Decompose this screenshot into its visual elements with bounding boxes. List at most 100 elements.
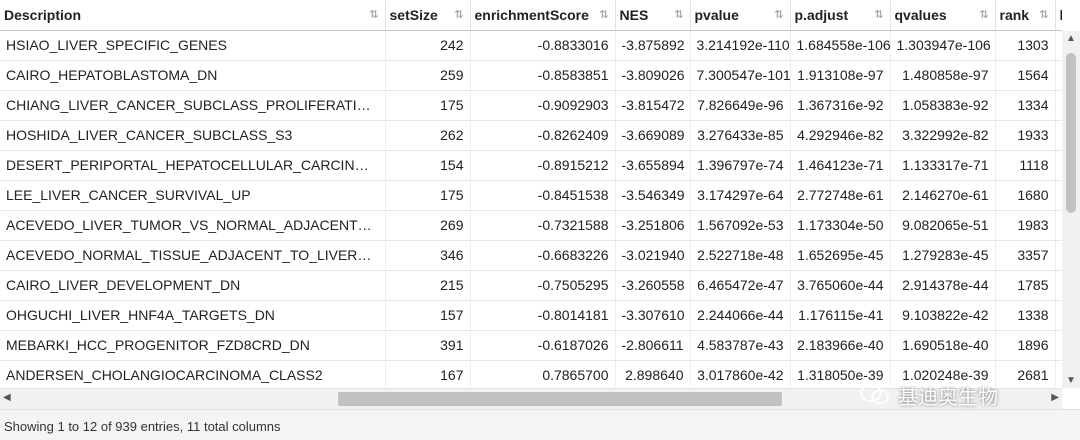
table-cell: -0.9092903 bbox=[470, 90, 616, 121]
table-cell: 269 bbox=[385, 210, 471, 241]
table-cell: 2.183966e-40 bbox=[790, 330, 891, 361]
table-cell: 1303 bbox=[995, 30, 1056, 61]
table-cell: HSIAO_LIVER_SPECIFIC_GENES bbox=[0, 30, 386, 61]
table-row[interactable]: ACEVEDO_LIVER_TUMOR_VS_NORMAL_ADJACENT_T… bbox=[0, 210, 1062, 241]
sort-arrows-icon: ⇅ bbox=[874, 9, 884, 21]
table-cell-empty bbox=[1055, 150, 1062, 181]
table-cell: -0.7321588 bbox=[470, 210, 616, 241]
table-cell: 9.082065e-51 bbox=[890, 210, 996, 241]
table-cell: 242 bbox=[385, 30, 471, 61]
table-cell: -3.809026 bbox=[615, 60, 691, 91]
table-cell: 1933 bbox=[995, 120, 1056, 151]
table-row[interactable]: OHGUCHI_LIVER_HNF4A_TARGETS_DN 157 -0.8014… bbox=[0, 300, 1062, 331]
table-cell: -0.8014181 bbox=[470, 300, 616, 331]
table-cell: 2.898640 bbox=[615, 360, 691, 387]
vertical-scrollbar[interactable]: ▲ ▼ bbox=[1062, 31, 1080, 388]
table-cell: 7.300547e-101 bbox=[690, 60, 791, 91]
table-cell: -3.875892 bbox=[615, 30, 691, 61]
entries-info: Showing 1 to 12 of 939 entries, 11 total… bbox=[4, 419, 281, 434]
table-cell: 175 bbox=[385, 180, 471, 211]
table-cell: 3.174297e-64 bbox=[690, 180, 791, 211]
scroll-down-icon[interactable]: ▼ bbox=[1066, 375, 1076, 386]
table-cell: 1.480858e-97 bbox=[890, 60, 996, 91]
column-header-nes[interactable]: NES ⇅ bbox=[615, 0, 691, 31]
table-cell: 2.522718e-48 bbox=[690, 240, 791, 271]
table-cell: 1.303947e-106 bbox=[890, 30, 996, 61]
scroll-right-icon[interactable]: ▶ bbox=[1051, 392, 1059, 403]
table-cell: 1.913108e-97 bbox=[790, 60, 891, 91]
table-cell: -0.8262409 bbox=[470, 120, 616, 151]
table-row[interactable]: DESERT_PERIPORTAL_HEPATOCELLULAR_CARCINO… bbox=[0, 150, 1062, 181]
table-cell: -0.6187026 bbox=[470, 330, 616, 361]
table-cell: HOSHIDA_LIVER_CANCER_SUBCLASS_S3 bbox=[0, 120, 386, 151]
column-header-enrichmentscore[interactable]: enrichmentScore ⇅ bbox=[470, 0, 616, 31]
table-cell: 1896 bbox=[995, 330, 1056, 361]
table-cell: -0.8583851 bbox=[470, 60, 616, 91]
table-row[interactable]: ACEVEDO_NORMAL_TISSUE_ADJACENT_TO_LIVER_… bbox=[0, 240, 1062, 271]
table-row[interactable]: HOSHIDA_LIVER_CANCER_SUBCLASS_S3 262 -0.82… bbox=[0, 120, 1062, 151]
table-cell: 1.684558e-106 bbox=[790, 30, 891, 61]
column-header-setsize[interactable]: setSize ⇅ bbox=[385, 0, 471, 31]
horizontal-scroll-thumb[interactable] bbox=[338, 392, 782, 406]
table-cell: 1.396797e-74 bbox=[690, 150, 791, 181]
table-cell: -3.655894 bbox=[615, 150, 691, 181]
table-cell-empty bbox=[1055, 210, 1062, 241]
watermark: 基迪奥生物 bbox=[860, 378, 998, 412]
table-cell: 1680 bbox=[995, 180, 1056, 211]
table-cell: 2681 bbox=[995, 360, 1056, 387]
table-cell: 1.133317e-71 bbox=[890, 150, 996, 181]
table-cell: 154 bbox=[385, 150, 471, 181]
table-cell: -0.8915212 bbox=[470, 150, 616, 181]
table-row[interactable]: LEE_LIVER_CANCER_SURVIVAL_UP 175 -0.845153… bbox=[0, 180, 1062, 211]
table-cell: 4.583787e-43 bbox=[690, 330, 791, 361]
table-cell: 3.276433e-85 bbox=[690, 120, 791, 151]
table-cell: -0.8833016 bbox=[470, 30, 616, 61]
table-cell-empty bbox=[1055, 330, 1062, 361]
vertical-scroll-thumb[interactable] bbox=[1066, 53, 1076, 213]
sort-arrows-icon: ⇅ bbox=[979, 9, 989, 21]
table-cell: 1.464123e-71 bbox=[790, 150, 891, 181]
sort-arrows-icon: ⇅ bbox=[674, 9, 684, 21]
table-cell: 1.176115e-41 bbox=[790, 300, 891, 331]
column-header-pvalue[interactable]: pvalue ⇅ bbox=[690, 0, 791, 31]
table-cell: 1983 bbox=[995, 210, 1056, 241]
header-row: Description ⇅ setSize ⇅ enrichmentScore ⇅ N… bbox=[0, 0, 1062, 31]
sort-arrows-icon: ⇅ bbox=[774, 9, 784, 21]
table-cell: 3.765060e-44 bbox=[790, 270, 891, 301]
scroll-up-icon[interactable]: ▲ bbox=[1066, 33, 1076, 44]
table-cell: -3.251806 bbox=[615, 210, 691, 241]
table-cell: 391 bbox=[385, 330, 471, 361]
table-cell: ACEVEDO_LIVER_TUMOR_VS_NORMAL_ADJACENT_T… bbox=[0, 210, 386, 241]
table-cell-empty bbox=[1055, 30, 1062, 61]
table-cell: 167 bbox=[385, 360, 471, 387]
table-cell: 262 bbox=[385, 120, 471, 151]
table-cell: OHGUCHI_LIVER_HNF4A_TARGETS_DN bbox=[0, 300, 386, 331]
table-cell: 3.017860e-42 bbox=[690, 360, 791, 387]
table-cell: -3.546349 bbox=[615, 180, 691, 211]
table-row[interactable]: CAIRO_HEPATOBLASTOMA_DN 259 -0.8583851 -3.8… bbox=[0, 60, 1062, 91]
table-cell: 0.7865700 bbox=[470, 360, 616, 387]
watermark-text: 基迪奥生物 bbox=[898, 386, 998, 409]
table-cell: -0.6683226 bbox=[470, 240, 616, 271]
scroll-left-icon[interactable]: ◀ bbox=[3, 392, 11, 403]
table-row[interactable]: CHIANG_LIVER_CANCER_SUBCLASS_PROLIFERATI… bbox=[0, 90, 1062, 121]
table-row[interactable]: MEBARKI_HCC_PROGENITOR_FZD8CRD_DN 391 -0.6… bbox=[0, 330, 1062, 361]
table-cell: 7.826649e-96 bbox=[690, 90, 791, 121]
table-row[interactable]: CAIRO_LIVER_DEVELOPMENT_DN 215 -0.7505295-… bbox=[0, 270, 1062, 301]
column-header-qvalues[interactable]: qvalues ⇅ bbox=[890, 0, 996, 31]
table-cell: 259 bbox=[385, 60, 471, 91]
table-cell: 2.914378e-44 bbox=[890, 270, 996, 301]
table-cell-empty bbox=[1055, 180, 1062, 211]
column-header-description[interactable]: Description ⇅ bbox=[0, 0, 386, 31]
table-row[interactable]: HSIAO_LIVER_SPECIFIC_GENES 242 -0.8833016-… bbox=[0, 30, 1062, 61]
table-cell: 3.214192e-110 bbox=[690, 30, 791, 61]
column-header-rank[interactable]: rank ⇅ bbox=[995, 0, 1056, 31]
table-cell: -0.7505295 bbox=[470, 270, 616, 301]
table-cell: 6.465472e-47 bbox=[690, 270, 791, 301]
table-cell: -3.669089 bbox=[615, 120, 691, 151]
column-header-padjust[interactable]: p.adjust ⇅ bbox=[790, 0, 891, 31]
table-cell: 1785 bbox=[995, 270, 1056, 301]
sort-arrows-icon: ⇅ bbox=[454, 9, 464, 21]
table-cell: -3.815472 bbox=[615, 90, 691, 121]
column-header-next[interactable]: l bbox=[1055, 0, 1062, 31]
